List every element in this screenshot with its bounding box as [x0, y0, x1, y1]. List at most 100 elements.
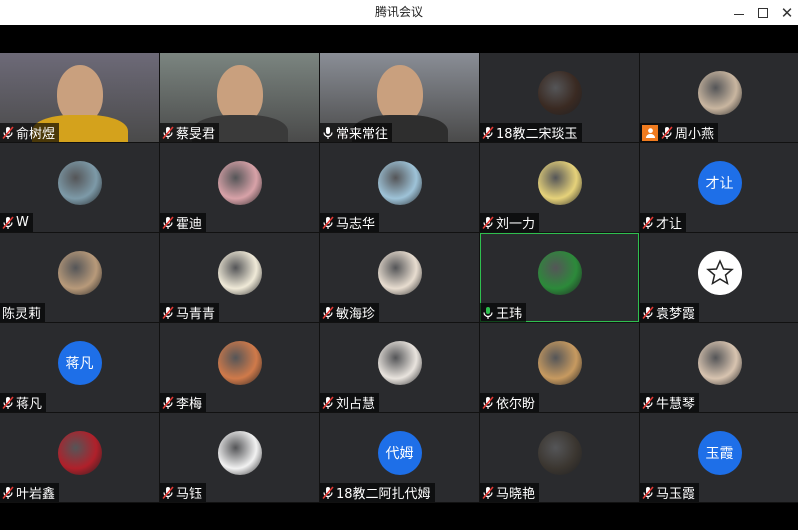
- participant-tile[interactable]: 敏海珍: [320, 233, 479, 322]
- microphone-icon: [322, 126, 334, 140]
- participant-name: 周小燕: [675, 127, 715, 142]
- participant-label: 牛慧琴: [640, 393, 700, 412]
- participant-tile[interactable]: 霍迪: [160, 143, 319, 232]
- microphone-muted-icon: [642, 305, 654, 320]
- participant-tile[interactable]: 俞树煜: [0, 53, 159, 142]
- participant-name: 18教二阿扎代姆: [336, 487, 431, 502]
- microphone-muted-icon: [162, 305, 174, 320]
- participant-tile[interactable]: 玉霞马玉霞: [640, 413, 798, 502]
- participant-tile[interactable]: 袁梦霞: [640, 233, 798, 322]
- avatar: 才让: [697, 161, 742, 206]
- participant-label: 霍迪: [160, 213, 207, 232]
- avatar: [697, 251, 742, 296]
- participant-tile[interactable]: 马青青: [160, 233, 319, 322]
- participant-label: 蔡旻君: [160, 123, 220, 142]
- avatar: [217, 431, 262, 476]
- participant-label: 常来常往: [320, 123, 393, 142]
- participant-label: 袁梦霞: [640, 303, 700, 322]
- avatar: [537, 431, 582, 476]
- participant-label: 18教二宋琰玉: [480, 123, 582, 142]
- participant-tile[interactable]: 18教二宋琰玉: [480, 53, 639, 142]
- participant-label: 刘占慧: [320, 393, 380, 412]
- microphone-muted-icon: [322, 395, 334, 410]
- participant-name: 叶岩鑫: [16, 487, 56, 502]
- avatar: [537, 161, 582, 206]
- participant-tile[interactable]: 依尔盼: [480, 323, 639, 412]
- avatar: 蒋凡: [57, 341, 102, 386]
- participant-tile[interactable]: 马志华: [320, 143, 479, 232]
- participant-label: 陈灵莉: [0, 303, 46, 322]
- participant-tile[interactable]: 王玮: [480, 233, 639, 322]
- participant-tile[interactable]: 代姆 18教二阿扎代姆: [320, 413, 479, 502]
- avatar: [537, 71, 582, 116]
- avatar: [57, 431, 102, 476]
- participant-tile[interactable]: 蔡旻君: [160, 53, 319, 142]
- window-title: 腾讯会议: [374, 5, 423, 19]
- participant-name: 霍迪: [176, 217, 203, 232]
- avatar: [377, 251, 422, 296]
- participant-name: 李梅: [176, 397, 203, 412]
- participant-tile[interactable]: 叶岩鑫: [0, 413, 159, 502]
- participant-label: 18教二阿扎代姆: [320, 483, 435, 502]
- participant-tile[interactable]: 蒋凡 蒋凡: [0, 323, 159, 412]
- participant-name: 俞树煜: [16, 127, 56, 142]
- microphone-muted-icon: [642, 395, 654, 410]
- participant-label: 敏海珍: [320, 303, 380, 322]
- participant-label: 周小燕: [640, 123, 719, 142]
- participant-name: 马钰: [176, 487, 203, 502]
- participant-label: 马晓艳: [480, 483, 540, 502]
- participant-name: 陈灵莉: [2, 307, 42, 322]
- microphone-icon: [482, 306, 494, 320]
- participant-label: 马玉霞: [640, 483, 700, 502]
- participant-name: 常来常往: [336, 127, 389, 142]
- microphone-muted-icon: [661, 125, 673, 140]
- microphone-muted-icon: [322, 305, 334, 320]
- participant-tile[interactable]: W: [0, 143, 159, 232]
- participant-tile[interactable]: 马晓艳: [480, 413, 639, 502]
- participant-name: 敏海珍: [336, 307, 376, 322]
- avatar: [57, 161, 102, 206]
- microphone-muted-icon: [482, 485, 494, 500]
- microphone-muted-icon: [2, 395, 14, 410]
- participant-tile[interactable]: 马钰: [160, 413, 319, 502]
- participant-name: 牛慧琴: [656, 397, 696, 412]
- participant-tile[interactable]: 牛慧琴: [640, 323, 798, 412]
- avatar: 玉霞: [697, 431, 742, 476]
- participant-label: 蒋凡: [0, 393, 47, 412]
- participant-tile[interactable]: 常来常往: [320, 53, 479, 142]
- microphone-muted-icon: [642, 215, 654, 230]
- participant-name: 马青青: [176, 307, 216, 322]
- participant-name: 才让: [656, 217, 683, 232]
- avatar: [697, 341, 742, 386]
- participant-label: 马钰: [160, 483, 207, 502]
- participant-label: 依尔盼: [480, 393, 540, 412]
- title-bar: 腾讯会议 ✕: [0, 0, 798, 25]
- avatar: [697, 71, 742, 116]
- participant-label: 俞树煜: [0, 123, 60, 142]
- avatar: [217, 251, 262, 296]
- participant-name: 王玮: [496, 307, 523, 322]
- participant-label: 刘一力: [480, 213, 540, 232]
- participant-tile[interactable]: 刘一力: [480, 143, 639, 232]
- participant-label: 马青青: [160, 303, 220, 322]
- avatar: [537, 251, 582, 296]
- participant-name: 18教二宋琰玉: [496, 127, 578, 142]
- microphone-muted-icon: [482, 125, 494, 140]
- microphone-muted-icon: [162, 485, 174, 500]
- participant-name: 依尔盼: [496, 397, 536, 412]
- participant-name: 蒋凡: [16, 397, 43, 412]
- participant-label: 叶岩鑫: [0, 483, 60, 502]
- participant-tile[interactable]: 陈灵莉: [0, 233, 159, 322]
- bottom-bar: [0, 503, 798, 530]
- microphone-muted-icon: [162, 215, 174, 230]
- participant-tile[interactable]: 李梅: [160, 323, 319, 412]
- participant-name: 刘占慧: [336, 397, 376, 412]
- avatar: [377, 161, 422, 206]
- host-icon: [642, 124, 658, 141]
- participant-tile[interactable]: 才让 才让: [640, 143, 798, 232]
- participant-name: 蔡旻君: [176, 127, 216, 142]
- participant-tile[interactable]: 周小燕: [640, 53, 798, 142]
- participant-tile[interactable]: 刘占慧: [320, 323, 479, 412]
- close-icon[interactable]: ✕: [772, 0, 798, 25]
- avatar: [217, 341, 262, 386]
